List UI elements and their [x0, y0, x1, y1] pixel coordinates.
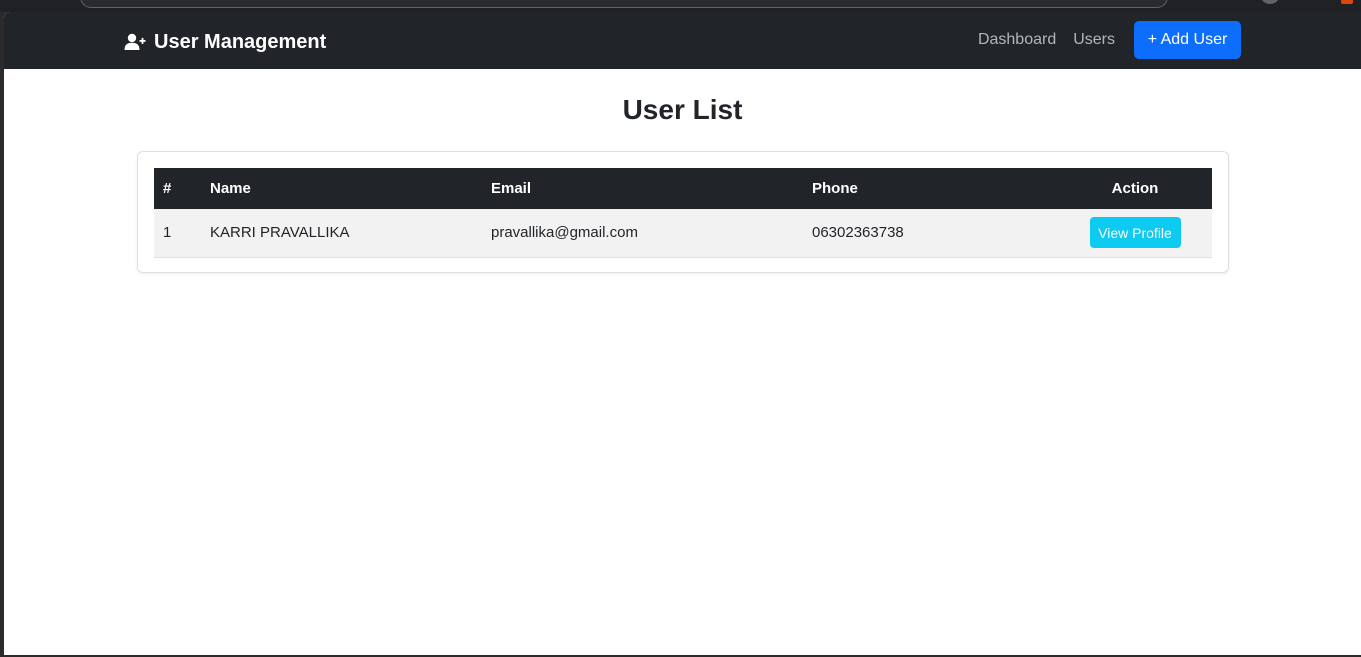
user-table-card: # Name Email Phone Action 1 KARRI PRAVAL…: [137, 151, 1229, 273]
table-header-row: # Name Email Phone Action: [154, 168, 1212, 209]
column-header-email: Email: [491, 180, 532, 197]
cell-action: View Profile: [1058, 209, 1212, 257]
nav-link-dashboard[interactable]: Dashboard: [978, 31, 1056, 49]
browser-chrome: [0, 0, 1361, 12]
page-viewport: User Management Dashboard Users + Add Us…: [4, 12, 1361, 655]
address-bar[interactable]: [80, 0, 1168, 8]
cell-email: pravallika@gmail.com: [491, 224, 638, 242]
brand-label: User Management: [154, 30, 327, 53]
nav-links: Dashboard Users: [978, 31, 1115, 49]
table-row: 1 KARRI PRAVALLIKA pravallika@gmail.com …: [154, 209, 1212, 257]
column-header-number: #: [163, 180, 172, 197]
column-header-action: Action: [1111, 180, 1159, 197]
page-title: User List: [622, 94, 743, 125]
cell-phone: 06302363738: [812, 224, 904, 242]
user-table: # Name Email Phone Action 1 KARRI PRAVAL…: [154, 168, 1212, 258]
column-header-name: Name: [210, 180, 251, 197]
view-profile-button[interactable]: View Profile: [1089, 217, 1181, 249]
profile-avatar[interactable]: [1260, 0, 1280, 4]
brand[interactable]: User Management: [124, 29, 326, 55]
column-header-phone: Phone: [812, 180, 858, 197]
navbar: User Management Dashboard Users + Add Us…: [4, 12, 1361, 69]
add-user-button[interactable]: + Add User: [1134, 21, 1241, 59]
cell-name: KARRI PRAVALLIKA: [210, 224, 350, 242]
nav-link-users[interactable]: Users: [1073, 31, 1115, 49]
cell-number: 1: [163, 224, 172, 242]
user-plus-icon: [124, 33, 146, 51]
extension-icon[interactable]: [1341, 0, 1353, 4]
